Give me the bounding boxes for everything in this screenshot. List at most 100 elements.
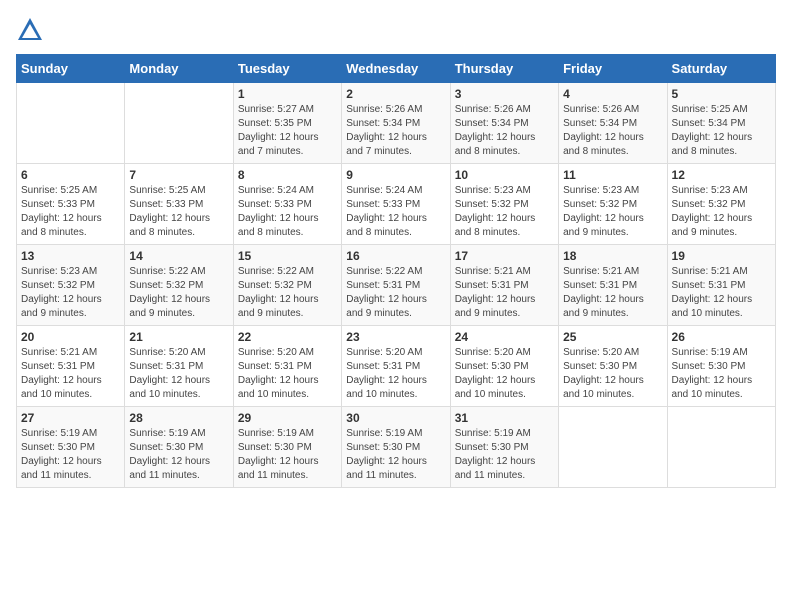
day-info: Sunrise: 5:19 AM Sunset: 5:30 PM Dayligh…: [238, 427, 337, 483]
day-info: Sunrise: 5:21 AM Sunset: 5:31 PM Dayligh…: [563, 265, 662, 321]
calendar-week-2: 6 Sunrise: 5:25 AM Sunset: 5:33 PM Daylig…: [17, 164, 776, 245]
day-number: 31: [455, 411, 554, 425]
calendar-cell: 13 Sunrise: 5:23 AM Sunset: 5:32 PM Dayli…: [17, 245, 125, 326]
header-row: SundayMondayTuesdayWednesdayThursdayFrid…: [17, 55, 776, 83]
day-number: 14: [129, 249, 228, 263]
day-number: 30: [346, 411, 445, 425]
day-number: 2: [346, 87, 445, 101]
day-number: 19: [672, 249, 771, 263]
calendar-cell: 5 Sunrise: 5:25 AM Sunset: 5:34 PM Daylig…: [667, 83, 775, 164]
calendar-cell: 2 Sunrise: 5:26 AM Sunset: 5:34 PM Daylig…: [342, 83, 450, 164]
calendar-cell: 6 Sunrise: 5:25 AM Sunset: 5:33 PM Daylig…: [17, 164, 125, 245]
day-number: 23: [346, 330, 445, 344]
day-number: 29: [238, 411, 337, 425]
day-number: 27: [21, 411, 120, 425]
calendar-cell: 4Sunrise: 5:26 AM Sunset: 5:34 PM Daylig…: [559, 83, 667, 164]
day-info: Sunrise: 5:22 AM Sunset: 5:32 PM Dayligh…: [129, 265, 228, 321]
day-number: 1: [238, 87, 337, 101]
day-number: 15: [238, 249, 337, 263]
calendar-cell: 23 Sunrise: 5:20 AM Sunset: 5:31 PM Dayli…: [342, 326, 450, 407]
calendar-cell: 12 Sunrise: 5:23 AM Sunset: 5:32 PM Dayli…: [667, 164, 775, 245]
calendar-cell: [667, 407, 775, 488]
day-number: 7: [129, 168, 228, 182]
day-number: 13: [21, 249, 120, 263]
header-cell-wednesday: Wednesday: [342, 55, 450, 83]
day-info: Sunrise: 5:20 AM Sunset: 5:31 PM Dayligh…: [129, 346, 228, 402]
day-number: 9: [346, 168, 445, 182]
day-number: 21: [129, 330, 228, 344]
calendar-cell: 30 Sunrise: 5:19 AM Sunset: 5:30 PM Dayli…: [342, 407, 450, 488]
logo-icon: [16, 16, 44, 44]
header-cell-sunday: Sunday: [17, 55, 125, 83]
calendar-week-4: 20 Sunrise: 5:21 AM Sunset: 5:31 PM Dayli…: [17, 326, 776, 407]
day-info: Sunrise: 5:22 AM Sunset: 5:31 PM Dayligh…: [346, 265, 445, 321]
calendar-week-1: 1 Sunrise: 5:27 AM Sunset: 5:35 PM Daylig…: [17, 83, 776, 164]
calendar-cell: 26 Sunrise: 5:19 AM Sunset: 5:30 PM Dayli…: [667, 326, 775, 407]
day-number: 5: [672, 87, 771, 101]
day-info: Sunrise: 5:19 AM Sunset: 5:30 PM Dayligh…: [346, 427, 445, 483]
day-info: Sunrise: 5:25 AM Sunset: 5:33 PM Dayligh…: [21, 184, 120, 240]
day-info: Sunrise: 5:20 AM Sunset: 5:30 PM Dayligh…: [455, 346, 554, 402]
day-number: 20: [21, 330, 120, 344]
header-cell-friday: Friday: [559, 55, 667, 83]
day-info: Sunrise: 5:25 AM Sunset: 5:34 PM Dayligh…: [672, 103, 771, 159]
calendar-cell: [125, 83, 233, 164]
day-info: Sunrise: 5:20 AM Sunset: 5:31 PM Dayligh…: [346, 346, 445, 402]
day-info: Sunrise: 5:19 AM Sunset: 5:30 PM Dayligh…: [21, 427, 120, 483]
calendar-cell: 3Sunrise: 5:26 AM Sunset: 5:34 PM Daylig…: [450, 83, 558, 164]
day-info: Sunrise: 5:19 AM Sunset: 5:30 PM Dayligh…: [455, 427, 554, 483]
day-info: Sunrise: 5:24 AM Sunset: 5:33 PM Dayligh…: [238, 184, 337, 240]
calendar-cell: 27 Sunrise: 5:19 AM Sunset: 5:30 PM Dayli…: [17, 407, 125, 488]
page-header: [16, 16, 776, 44]
calendar-cell: 18 Sunrise: 5:21 AM Sunset: 5:31 PM Dayli…: [559, 245, 667, 326]
day-info: Sunrise: 5:21 AM Sunset: 5:31 PM Dayligh…: [21, 346, 120, 402]
header-cell-tuesday: Tuesday: [233, 55, 341, 83]
day-number: 16: [346, 249, 445, 263]
day-number: 12: [672, 168, 771, 182]
calendar-cell: 1 Sunrise: 5:27 AM Sunset: 5:35 PM Daylig…: [233, 83, 341, 164]
calendar-cell: 20 Sunrise: 5:21 AM Sunset: 5:31 PM Dayli…: [17, 326, 125, 407]
day-info: Sunrise: 5:27 AM Sunset: 5:35 PM Dayligh…: [238, 103, 337, 159]
calendar-cell: 29 Sunrise: 5:19 AM Sunset: 5:30 PM Dayli…: [233, 407, 341, 488]
calendar-cell: 31 Sunrise: 5:19 AM Sunset: 5:30 PM Dayli…: [450, 407, 558, 488]
day-info: Sunrise: 5:25 AM Sunset: 5:33 PM Dayligh…: [129, 184, 228, 240]
day-number: 6: [21, 168, 120, 182]
calendar-table: SundayMondayTuesdayWednesdayThursdayFrid…: [16, 54, 776, 488]
day-info: Sunrise: 5:20 AM Sunset: 5:30 PM Dayligh…: [563, 346, 662, 402]
day-info: Sunrise: 5:23 AM Sunset: 5:32 PM Dayligh…: [21, 265, 120, 321]
calendar-cell: 22 Sunrise: 5:20 AM Sunset: 5:31 PM Dayli…: [233, 326, 341, 407]
calendar-cell: 25 Sunrise: 5:20 AM Sunset: 5:30 PM Dayli…: [559, 326, 667, 407]
header-cell-monday: Monday: [125, 55, 233, 83]
day-info: Sunrise: 5:23 AM Sunset: 5:32 PM Dayligh…: [455, 184, 554, 240]
header-cell-saturday: Saturday: [667, 55, 775, 83]
day-info: Sunrise: 5:26 AM Sunset: 5:34 PM Dayligh…: [455, 103, 554, 159]
day-info: Sunrise: 5:20 AM Sunset: 5:31 PM Dayligh…: [238, 346, 337, 402]
day-info: Sunrise: 5:19 AM Sunset: 5:30 PM Dayligh…: [129, 427, 228, 483]
calendar-cell: 11 Sunrise: 5:23 AM Sunset: 5:32 PM Dayli…: [559, 164, 667, 245]
calendar-cell: [559, 407, 667, 488]
day-info: Sunrise: 5:22 AM Sunset: 5:32 PM Dayligh…: [238, 265, 337, 321]
day-number: 17: [455, 249, 554, 263]
day-info: Sunrise: 5:23 AM Sunset: 5:32 PM Dayligh…: [672, 184, 771, 240]
day-number: 28: [129, 411, 228, 425]
day-number: 11: [563, 168, 662, 182]
day-info: Sunrise: 5:19 AM Sunset: 5:30 PM Dayligh…: [672, 346, 771, 402]
day-number: 8: [238, 168, 337, 182]
calendar-cell: 8 Sunrise: 5:24 AM Sunset: 5:33 PM Daylig…: [233, 164, 341, 245]
day-number: 18: [563, 249, 662, 263]
calendar-cell: 16 Sunrise: 5:22 AM Sunset: 5:31 PM Dayli…: [342, 245, 450, 326]
day-info: Sunrise: 5:21 AM Sunset: 5:31 PM Dayligh…: [672, 265, 771, 321]
day-number: 24: [455, 330, 554, 344]
calendar-cell: 19 Sunrise: 5:21 AM Sunset: 5:31 PM Dayli…: [667, 245, 775, 326]
calendar-week-5: 27 Sunrise: 5:19 AM Sunset: 5:30 PM Dayli…: [17, 407, 776, 488]
calendar-cell: 21 Sunrise: 5:20 AM Sunset: 5:31 PM Dayli…: [125, 326, 233, 407]
day-number: 25: [563, 330, 662, 344]
calendar-cell: 17Sunrise: 5:21 AM Sunset: 5:31 PM Dayli…: [450, 245, 558, 326]
calendar-cell: 24 Sunrise: 5:20 AM Sunset: 5:30 PM Dayli…: [450, 326, 558, 407]
day-number: 26: [672, 330, 771, 344]
header-cell-thursday: Thursday: [450, 55, 558, 83]
day-number: 22: [238, 330, 337, 344]
calendar-cell: 7 Sunrise: 5:25 AM Sunset: 5:33 PM Daylig…: [125, 164, 233, 245]
day-info: Sunrise: 5:26 AM Sunset: 5:34 PM Dayligh…: [346, 103, 445, 159]
day-info: Sunrise: 5:23 AM Sunset: 5:32 PM Dayligh…: [563, 184, 662, 240]
